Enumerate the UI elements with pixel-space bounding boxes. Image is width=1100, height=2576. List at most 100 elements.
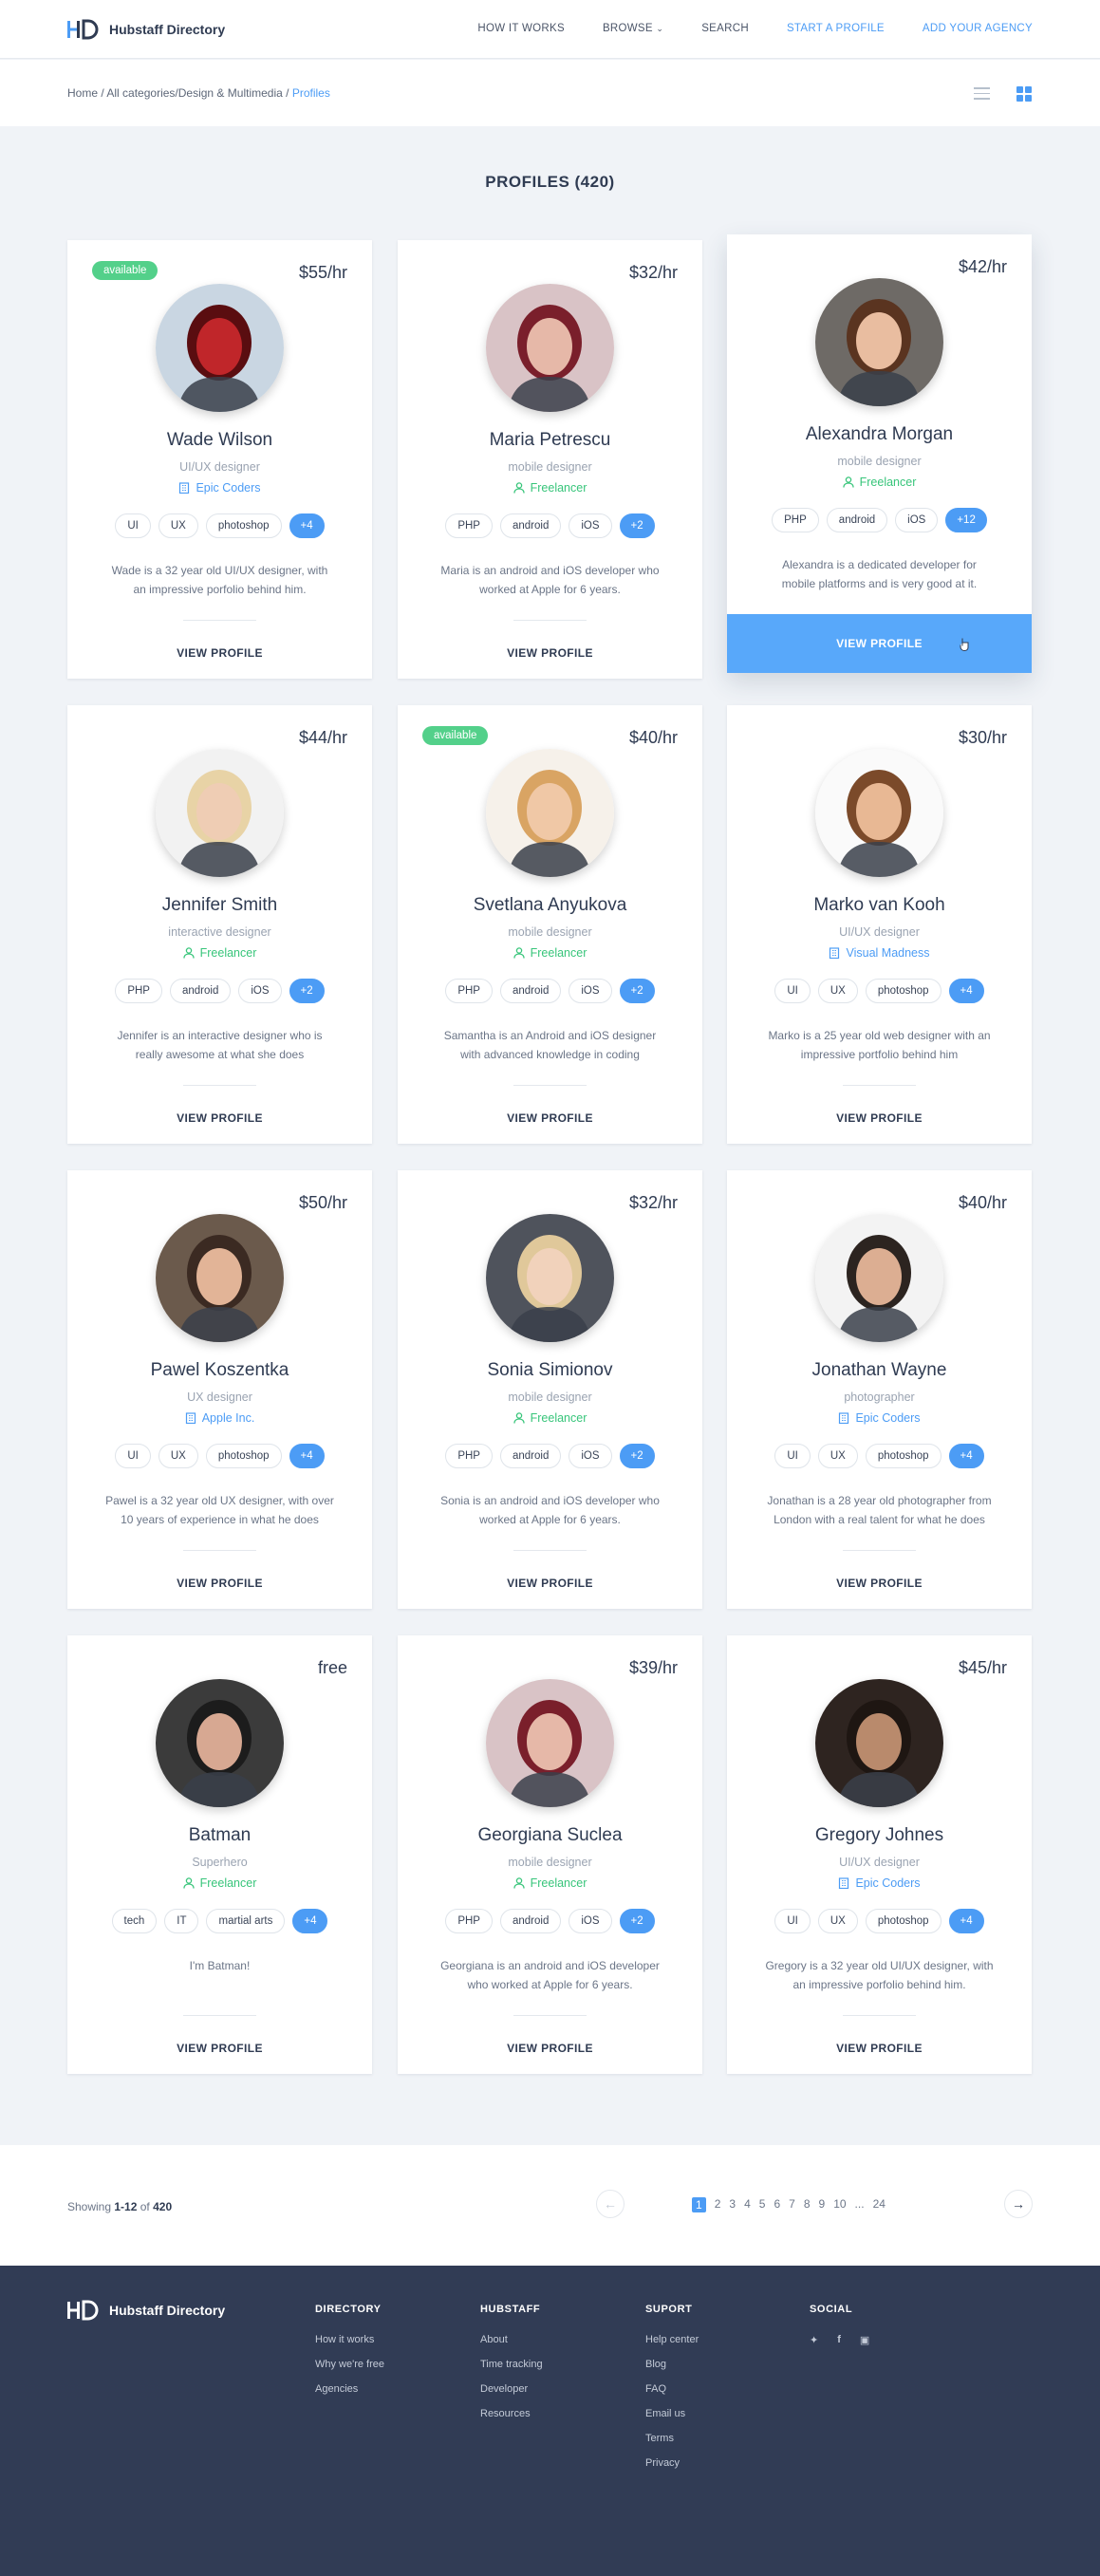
view-profile-link[interactable]: VIEW PROFILE <box>727 2042 1032 2055</box>
skill-tag[interactable]: martial arts <box>206 1909 286 1933</box>
skill-tag[interactable]: iOS <box>895 508 939 532</box>
profile-name[interactable]: Jennifer Smith <box>67 895 372 916</box>
profile-name[interactable]: Wade Wilson <box>67 430 372 451</box>
footer-link[interactable]: Terms <box>645 2433 699 2444</box>
skill-tag[interactable]: UI <box>774 1444 811 1468</box>
page-number[interactable]: 7 <box>789 2197 795 2212</box>
skill-tag[interactable]: PHP <box>772 508 819 532</box>
skill-tag[interactable]: PHP <box>115 979 162 1003</box>
profile-card[interactable]: $40/hr Jonathan Wayne photographer Epic … <box>727 1170 1032 1609</box>
avatar[interactable] <box>486 749 614 877</box>
profile-card[interactable]: $50/hr Pawel Koszentka UX designer Apple… <box>67 1170 372 1609</box>
view-profile-button[interactable]: VIEW PROFILE <box>727 614 1032 673</box>
profile-name[interactable]: Maria Petrescu <box>398 430 702 451</box>
nav-how-it-works[interactable]: HOW IT WORKS <box>477 23 565 34</box>
view-profile-link[interactable]: VIEW PROFILE <box>398 2042 702 2055</box>
more-skills-tag[interactable]: +4 <box>948 1444 984 1468</box>
avatar[interactable] <box>486 284 614 412</box>
view-profile-link[interactable]: VIEW PROFILE <box>67 2042 372 2055</box>
profile-name[interactable]: Georgiana Suclea <box>398 1825 702 1846</box>
skill-tag[interactable]: UI <box>115 513 151 538</box>
profile-card[interactable]: available $55/hr Wade Wilson UI/UX desig… <box>67 240 372 679</box>
skill-tag[interactable]: UX <box>817 1909 858 1933</box>
page-number[interactable]: 5 <box>759 2197 766 2212</box>
start-profile-link[interactable]: START A PROFILE <box>787 23 885 34</box>
skill-tag[interactable]: PHP <box>445 1444 493 1468</box>
logo[interactable]: Hubstaff Directory <box>67 19 225 40</box>
avatar[interactable] <box>156 1214 284 1342</box>
skill-tag[interactable]: android <box>499 1909 562 1933</box>
skill-tag[interactable]: PHP <box>445 513 493 538</box>
profile-card[interactable]: available $40/hr Svetlana Anyukova mobil… <box>398 705 702 1144</box>
prev-page-button[interactable]: ← <box>596 2190 625 2218</box>
page-number[interactable]: 1 <box>692 2197 706 2212</box>
page-number[interactable]: 24 <box>873 2197 886 2212</box>
footer-link[interactable]: Resources <box>480 2408 543 2419</box>
profile-company[interactable]: Visual Madness <box>727 946 1032 960</box>
nav-search[interactable]: SEARCH <box>701 23 749 34</box>
skill-tag[interactable]: UI <box>774 1909 811 1933</box>
skill-tag[interactable]: UX <box>817 1444 858 1468</box>
profile-card[interactable]: free Batman Superhero Freelancer tech IT m… <box>67 1635 372 2074</box>
profile-name[interactable]: Svetlana Anyukova <box>398 895 702 916</box>
skill-tag[interactable]: UI <box>115 1444 151 1468</box>
page-number[interactable]: 6 <box>774 2197 780 2212</box>
profile-name[interactable]: Marko van Kooh <box>727 895 1032 916</box>
skill-tag[interactable]: iOS <box>569 1909 612 1933</box>
skill-tag[interactable]: UX <box>817 979 858 1003</box>
avatar[interactable] <box>815 278 943 406</box>
more-skills-tag[interactable]: +2 <box>619 1909 655 1933</box>
view-profile-link[interactable]: VIEW PROFILE <box>398 1111 702 1125</box>
avatar[interactable] <box>156 1679 284 1807</box>
skill-tag[interactable]: android <box>499 1444 562 1468</box>
skill-tag[interactable]: IT <box>164 1909 199 1933</box>
skill-tag[interactable]: iOS <box>569 979 612 1003</box>
avatar[interactable] <box>156 749 284 877</box>
avatar[interactable] <box>486 1214 614 1342</box>
view-profile-link[interactable]: VIEW PROFILE <box>67 1577 372 1590</box>
footer-link[interactable]: Why we're free <box>315 2359 384 2370</box>
profile-company[interactable]: Epic Coders <box>727 1411 1032 1425</box>
skill-tag[interactable]: tech <box>111 1909 158 1933</box>
more-skills-tag[interactable]: +4 <box>292 1909 328 1933</box>
view-profile-link[interactable]: VIEW PROFILE <box>67 646 372 660</box>
skill-tag[interactable]: PHP <box>445 1909 493 1933</box>
profile-card[interactable]: $32/hr Sonia Simionov mobile designer Fr… <box>398 1170 702 1609</box>
skill-tag[interactable]: iOS <box>569 1444 612 1468</box>
page-number[interactable]: 2 <box>715 2197 721 2212</box>
profile-card[interactable]: $39/hr Georgiana Suclea mobile designer … <box>398 1635 702 2074</box>
more-skills-tag[interactable]: +2 <box>619 1444 655 1468</box>
breadcrumb-home[interactable]: Home <box>67 86 98 100</box>
avatar[interactable] <box>815 1679 943 1807</box>
view-profile-link[interactable]: VIEW PROFILE <box>727 1111 1032 1125</box>
profile-company[interactable]: Epic Coders <box>67 481 372 495</box>
skill-tag[interactable]: UX <box>158 1444 198 1468</box>
more-skills-tag[interactable]: +2 <box>289 979 325 1003</box>
twitter-icon[interactable]: ✦ <box>810 2334 818 2346</box>
instagram-icon[interactable]: ▣ <box>860 2334 869 2346</box>
profile-card[interactable]: $45/hr Gregory Johnes UI/UX designer Epi… <box>727 1635 1032 2074</box>
profile-name[interactable]: Batman <box>67 1825 372 1846</box>
profile-name[interactable]: Sonia Simionov <box>398 1360 702 1381</box>
add-agency-link[interactable]: ADD YOUR AGENCY <box>923 23 1033 34</box>
footer-link[interactable]: FAQ <box>645 2383 699 2395</box>
footer-link[interactable]: Developer <box>480 2383 543 2395</box>
profile-name[interactable]: Jonathan Wayne <box>727 1360 1032 1381</box>
skill-tag[interactable]: photoshop <box>205 1444 282 1468</box>
more-skills-tag[interactable]: +4 <box>948 979 984 1003</box>
skill-tag[interactable]: UI <box>774 979 811 1003</box>
profile-card[interactable]: $44/hr Jennifer Smith interactive design… <box>67 705 372 1144</box>
skill-tag[interactable]: photoshop <box>865 979 942 1003</box>
profile-card[interactable]: $42/hr Alexandra Morgan mobile designer … <box>727 234 1032 673</box>
view-profile-link[interactable]: VIEW PROFILE <box>727 1577 1032 1590</box>
skill-tag[interactable]: android <box>499 979 562 1003</box>
nav-browse[interactable]: BROWSE ⌄ <box>603 23 663 34</box>
footer-link[interactable]: Time tracking <box>480 2359 543 2370</box>
page-number[interactable]: 3 <box>729 2197 736 2212</box>
footer-link[interactable]: Agencies <box>315 2383 384 2395</box>
more-skills-tag[interactable]: +2 <box>619 513 655 538</box>
skill-tag[interactable]: photoshop <box>865 1444 942 1468</box>
skill-tag[interactable]: UX <box>158 513 198 538</box>
page-number[interactable]: 4 <box>744 2197 751 2212</box>
skill-tag[interactable]: android <box>826 508 888 532</box>
